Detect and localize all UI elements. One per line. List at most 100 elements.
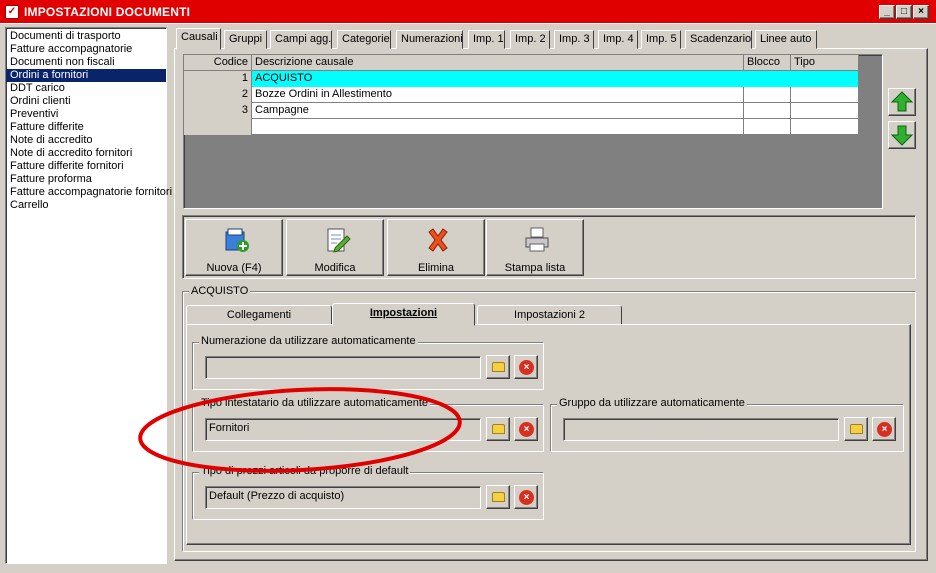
row-tipo — [791, 87, 859, 103]
tab-imp-3[interactable]: Imp. 3 — [554, 30, 594, 49]
gruppo-field[interactable] — [563, 418, 839, 441]
list-item[interactable]: Fatture proforma — [6, 173, 166, 186]
clear-icon: × — [519, 490, 534, 505]
row-descrizione: Campagne — [252, 103, 744, 119]
tab-imp-2[interactable]: Imp. 2 — [510, 30, 550, 49]
row-blocco — [744, 119, 791, 135]
row-tipo — [791, 119, 859, 135]
causali-grid[interactable]: Codice Descrizione causale Blocco Tipo 1… — [183, 54, 883, 209]
tab-imp-1[interactable]: Imp. 1 — [468, 30, 505, 49]
detail-group-title: ACQUISTO — [189, 285, 251, 297]
close-button[interactable]: × — [913, 5, 929, 19]
list-item[interactable]: Fatture accompagnatorie — [6, 43, 166, 56]
list-item[interactable]: DDT carico — [6, 82, 166, 95]
clear-icon: × — [519, 422, 534, 437]
annotation-ellipse — [138, 387, 462, 473]
delete-icon — [428, 228, 448, 252]
col-blocco[interactable]: Blocco — [744, 55, 791, 71]
gruppo-browse-button[interactable] — [844, 417, 868, 441]
list-item[interactable]: Preventivi — [6, 108, 166, 121]
toolbar: Nuova (F4) Modifica Elimina Stampa lista — [182, 215, 916, 279]
row-descrizione: ACQUISTO — [252, 71, 859, 87]
table-row[interactable]: 3 Campagne — [184, 103, 859, 119]
gruppo-clear-button[interactable]: × — [872, 417, 896, 441]
move-up-button[interactable] — [888, 88, 916, 116]
tipo-intestatario-clear-button[interactable]: × — [514, 417, 538, 441]
new-document-icon — [225, 228, 249, 252]
table-row[interactable]: 1 ACQUISTO — [184, 71, 859, 87]
list-item[interactable]: Fatture accompagnatorie fornitori — [6, 186, 172, 199]
arrow-up-icon — [890, 91, 914, 112]
document-type-list[interactable]: Documenti di trasporto Fatture accompagn… — [5, 27, 172, 564]
list-item[interactable]: Note di accredito fornitori — [6, 147, 166, 160]
title-bar: ✓ IMPOSTAZIONI DOCUMENTI _ □ × — [0, 0, 936, 24]
stampa-lista-button[interactable]: Stampa lista — [486, 219, 584, 276]
window-title: IMPOSTAZIONI DOCUMENTI — [24, 5, 191, 19]
row-descrizione — [252, 119, 744, 135]
subtab-impostazioni-2[interactable]: Impostazioni 2 — [477, 305, 622, 325]
table-row[interactable]: 2 Bozze Ordini in Allestimento — [184, 87, 859, 103]
list-item[interactable]: Note di accredito — [6, 134, 166, 147]
tab-scadenzario[interactable]: Scadenzario — [685, 30, 752, 49]
clear-icon: × — [877, 422, 892, 437]
modifica-label: Modifica — [314, 262, 356, 274]
subtab-impostazioni[interactable]: Impostazioni — [332, 303, 475, 326]
list-item[interactable]: Fatture differite — [6, 121, 166, 134]
elimina-label: Elimina — [417, 262, 455, 274]
col-codice[interactable]: Codice — [184, 55, 252, 71]
tab-categorie[interactable]: Categorie — [337, 30, 391, 49]
list-item[interactable]: Fatture differite fornitori — [6, 160, 166, 173]
tipo-intestatario-browse-button[interactable] — [486, 417, 510, 441]
list-item[interactable]: Documenti non fiscali — [6, 56, 166, 69]
numerazione-browse-button[interactable] — [486, 355, 510, 379]
row-codice: 2 — [184, 87, 252, 103]
row-descrizione: Bozze Ordini in Allestimento — [252, 87, 744, 103]
gruppo-label: Gruppo da utilizzare automaticamente — [557, 397, 747, 409]
numerazione-field[interactable] — [205, 356, 481, 379]
tipo-prezzi-field[interactable]: Default (Prezzo di acquisto) — [205, 486, 481, 509]
app-icon: ✓ — [5, 5, 19, 19]
subtab-collegamenti[interactable]: Collegamenti — [186, 305, 332, 325]
folder-icon — [850, 424, 863, 434]
tipo-prezzi-browse-button[interactable] — [486, 485, 510, 509]
row-blocco — [744, 87, 791, 103]
tipo-prezzi-clear-button[interactable]: × — [514, 485, 538, 509]
tab-imp-5[interactable]: Imp. 5 — [641, 30, 681, 49]
folder-icon — [492, 424, 505, 434]
tab-gruppi[interactable]: Gruppi — [224, 30, 267, 49]
elimina-button[interactable]: Elimina — [387, 219, 485, 276]
row-codice: 1 — [184, 71, 252, 87]
arrow-down-icon — [890, 125, 914, 146]
minimize-button[interactable]: _ — [879, 5, 895, 19]
printer-icon — [525, 227, 549, 252]
tab-linee-auto[interactable]: Linee auto — [755, 30, 817, 49]
nuova-button[interactable]: Nuova (F4) — [185, 219, 283, 276]
edit-document-icon — [327, 228, 351, 253]
list-item-selected[interactable]: Ordini a fornitori — [6, 69, 166, 82]
row-tipo — [791, 103, 859, 119]
folder-icon — [492, 492, 505, 502]
col-descrizione[interactable]: Descrizione causale — [252, 55, 744, 71]
modifica-button[interactable]: Modifica — [286, 219, 384, 276]
table-row-new[interactable] — [184, 119, 859, 135]
tab-numerazioni[interactable]: Numerazioni — [396, 30, 463, 49]
grid-header: Codice Descrizione causale Blocco Tipo — [184, 55, 859, 71]
row-codice — [184, 119, 252, 135]
tab-imp-4[interactable]: Imp. 4 — [598, 30, 638, 49]
maximize-button[interactable]: □ — [896, 5, 912, 19]
tab-causali[interactable]: Causali — [176, 28, 221, 50]
clear-icon: × — [519, 360, 534, 375]
list-item[interactable]: Documenti di trasporto — [6, 30, 166, 43]
nuova-label: Nuova (F4) — [206, 262, 262, 274]
numerazione-label: Numerazione da utilizzare automaticament… — [199, 335, 418, 347]
numerazione-clear-button[interactable]: × — [514, 355, 538, 379]
col-tipo[interactable]: Tipo — [791, 55, 859, 71]
list-item[interactable]: Ordini clienti — [6, 95, 166, 108]
move-down-button[interactable] — [888, 121, 916, 149]
list-item[interactable]: Carrello — [6, 199, 166, 212]
folder-icon — [492, 362, 505, 372]
stampa-lista-label: Stampa lista — [504, 262, 566, 274]
tab-campi-agg[interactable]: Campi agg. — [270, 30, 332, 49]
row-codice: 3 — [184, 103, 252, 119]
row-blocco — [744, 103, 791, 119]
